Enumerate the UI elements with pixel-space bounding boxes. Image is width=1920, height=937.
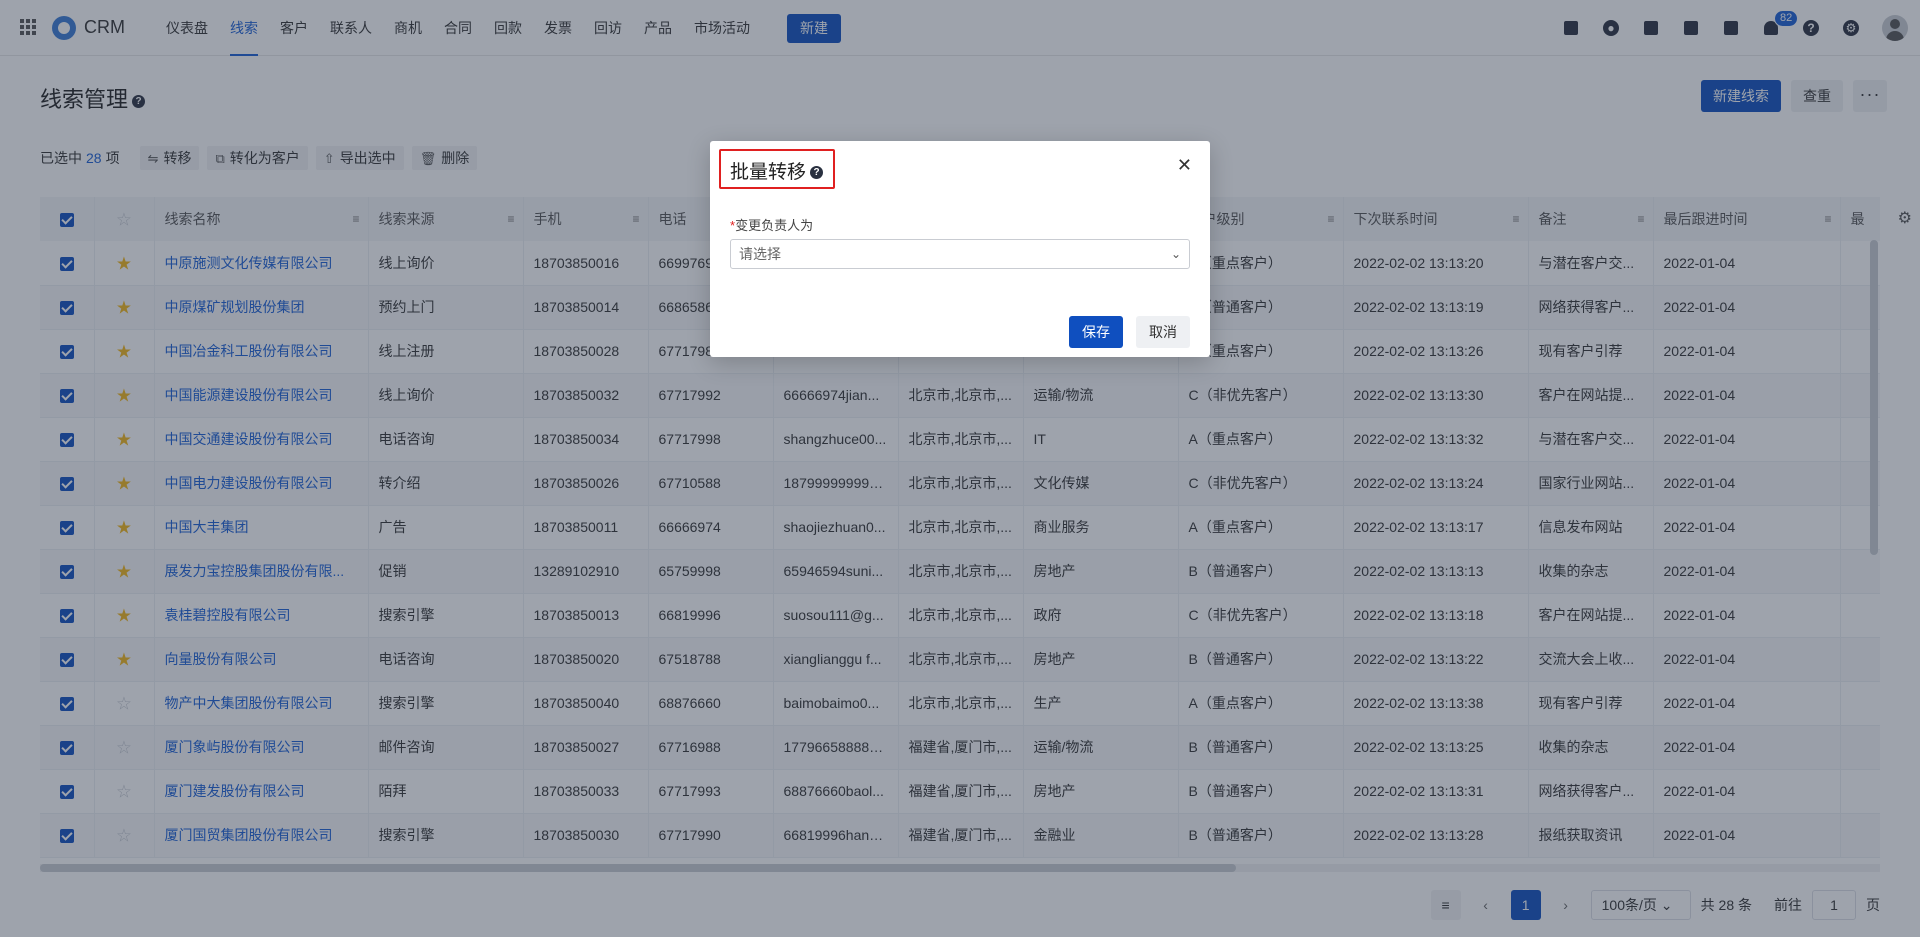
dialog-title-text: 批量转移 (730, 162, 807, 183)
chevron-down-icon: ⌄ (1170, 247, 1181, 261)
save-button[interactable]: 保存 (1069, 316, 1123, 348)
owner-field-label: *变更负责人为 (730, 215, 813, 234)
owner-select[interactable]: 请选择 ⌄ (730, 239, 1190, 269)
cancel-button[interactable]: 取消 (1136, 316, 1190, 348)
close-icon[interactable]: ✕ (1177, 155, 1192, 176)
owner-select-placeholder: 请选择 (739, 246, 781, 262)
field-label-text: 变更负责人为 (735, 218, 814, 233)
batch-transfer-dialog: 批量转移? ✕ *变更负责人为 请选择 ⌄ 保存 取消 (710, 141, 1210, 357)
help-icon[interactable]: ? (810, 166, 824, 180)
dialog-title: 批量转移? (730, 157, 824, 184)
